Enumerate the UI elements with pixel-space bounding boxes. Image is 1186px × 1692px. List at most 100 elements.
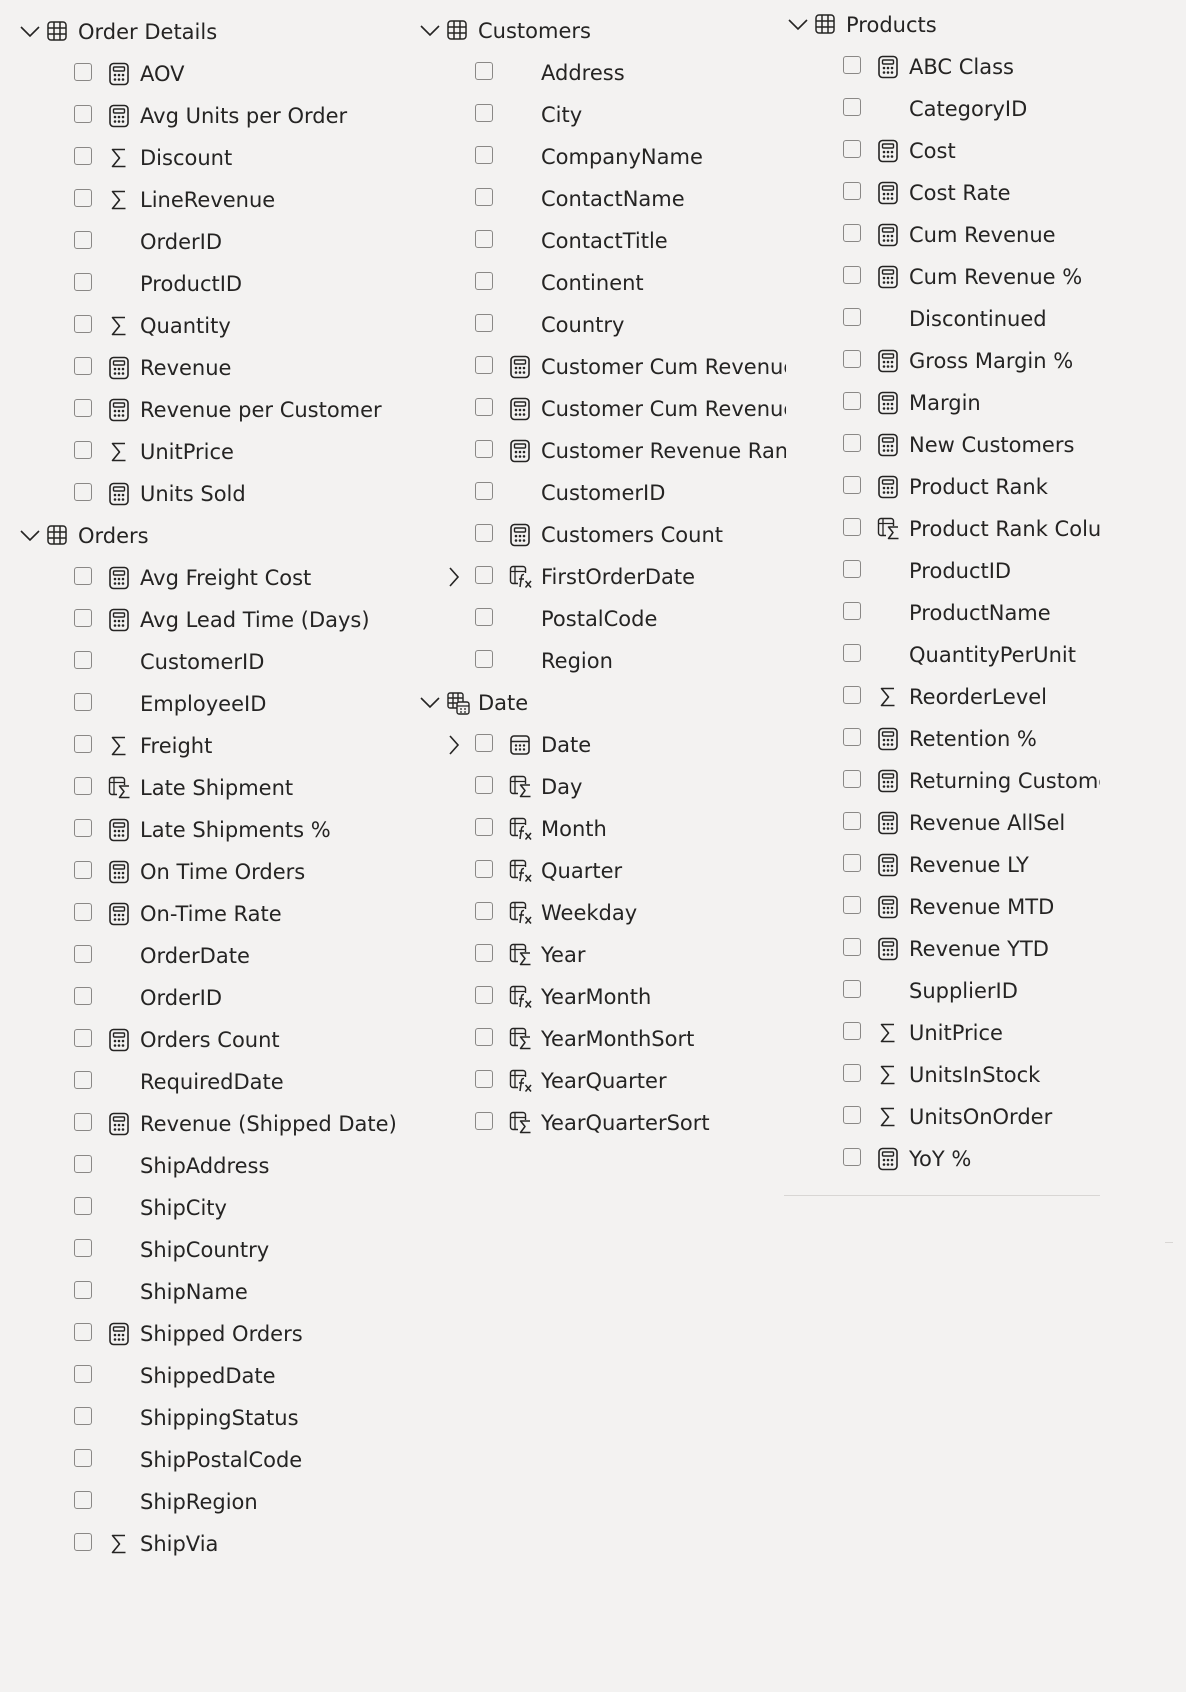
field-row-revenue-shipped-date[interactable]: Revenue (Shipped Date)	[74, 1103, 397, 1145]
field-checkbox[interactable]	[475, 566, 493, 584]
field-row-product-rank-colum[interactable]: Product Rank Colum	[843, 508, 1100, 550]
field-row-abc-class[interactable]: ABC Class	[843, 46, 1100, 88]
field-checkbox[interactable]	[74, 315, 92, 333]
field-checkbox[interactable]	[475, 356, 493, 374]
chevron-right-icon[interactable]	[445, 733, 463, 757]
field-checkbox[interactable]	[74, 147, 92, 165]
field-checkbox[interactable]	[475, 944, 493, 962]
field-row-yearmonth[interactable]: YearMonth	[475, 976, 786, 1018]
field-row-unitprice[interactable]: UnitPrice	[843, 1012, 1100, 1054]
field-checkbox[interactable]	[74, 1281, 92, 1299]
field-checkbox[interactable]	[475, 188, 493, 206]
field-checkbox[interactable]	[843, 308, 861, 326]
field-checkbox[interactable]	[843, 560, 861, 578]
field-checkbox[interactable]	[475, 902, 493, 920]
field-checkbox[interactable]	[74, 189, 92, 207]
field-row-postalcode[interactable]: PostalCode	[475, 598, 786, 640]
field-checkbox[interactable]	[843, 812, 861, 830]
field-row-freight[interactable]: Freight	[74, 725, 380, 767]
field-checkbox[interactable]	[74, 651, 92, 669]
field-checkbox[interactable]	[843, 56, 861, 74]
field-row-weekday[interactable]: Weekday	[475, 892, 786, 934]
field-row-cost-rate[interactable]: Cost Rate	[843, 172, 1100, 214]
field-row-customer-cum-revenue[interactable]: Customer Cum Revenue	[475, 346, 786, 388]
field-checkbox[interactable]	[475, 1112, 493, 1130]
field-row-cum-revenue[interactable]: Cum Revenue	[843, 214, 1100, 256]
field-checkbox[interactable]	[843, 476, 861, 494]
field-row-avg-freight-cost[interactable]: Avg Freight Cost	[74, 557, 380, 599]
field-row-retention-pct[interactable]: Retention %	[843, 718, 1100, 760]
field-checkbox[interactable]	[74, 861, 92, 879]
table-products[interactable]: Products	[788, 4, 1100, 46]
field-row-country[interactable]: Country	[475, 304, 786, 346]
field-checkbox[interactable]	[475, 734, 493, 752]
field-checkbox[interactable]	[843, 980, 861, 998]
table-customers[interactable]: Customers	[420, 10, 786, 52]
field-checkbox[interactable]	[74, 483, 92, 501]
field-row-yearmonthsort[interactable]: YearMonthSort	[475, 1018, 786, 1060]
field-row-address[interactable]: Address	[475, 52, 786, 94]
table-order-details[interactable]: Order Details	[20, 11, 380, 53]
field-checkbox[interactable]	[74, 693, 92, 711]
field-row-returning-customers[interactable]: Returning Customers	[843, 760, 1100, 802]
chevron-down-icon[interactable]	[20, 19, 40, 45]
field-checkbox[interactable]	[74, 819, 92, 837]
field-row-revenue-allsel[interactable]: Revenue AllSel	[843, 802, 1100, 844]
field-checkbox[interactable]	[843, 182, 861, 200]
field-checkbox[interactable]	[475, 314, 493, 332]
field-row-orders-count[interactable]: Orders Count	[74, 1019, 380, 1061]
field-checkbox[interactable]	[475, 398, 493, 416]
field-checkbox[interactable]	[74, 273, 92, 291]
field-row-revenue-ytd[interactable]: Revenue YTD	[843, 928, 1100, 970]
field-row-new-customers[interactable]: New Customers	[843, 424, 1100, 466]
chevron-right-icon[interactable]	[445, 565, 463, 589]
field-row-on-time-orders[interactable]: On Time Orders	[74, 851, 380, 893]
field-checkbox[interactable]	[74, 1029, 92, 1047]
field-checkbox[interactable]	[843, 518, 861, 536]
field-row-margin[interactable]: Margin	[843, 382, 1100, 424]
field-row-customer-revenue-rank[interactable]: Customer Revenue Rank	[475, 430, 786, 472]
field-row-reorderlevel[interactable]: ReorderLevel	[843, 676, 1100, 718]
field-checkbox[interactable]	[475, 1070, 493, 1088]
field-row-date[interactable]: Date	[449, 724, 786, 766]
field-checkbox[interactable]	[475, 1028, 493, 1046]
field-checkbox[interactable]	[475, 146, 493, 164]
field-row-quarter[interactable]: Quarter	[475, 850, 786, 892]
field-checkbox[interactable]	[475, 524, 493, 542]
field-checkbox[interactable]	[843, 854, 861, 872]
field-checkbox[interactable]	[475, 230, 493, 248]
field-row-productid[interactable]: ProductID	[843, 550, 1100, 592]
field-row-unitprice[interactable]: UnitPrice	[74, 431, 380, 473]
field-row-employeeid[interactable]: EmployeeID	[74, 683, 380, 725]
field-row-revenue-mtd[interactable]: Revenue MTD	[843, 886, 1100, 928]
field-checkbox[interactable]	[74, 399, 92, 417]
chevron-down-icon[interactable]	[788, 12, 808, 38]
field-row-gross-margin-pct[interactable]: Gross Margin %	[843, 340, 1100, 382]
field-checkbox[interactable]	[475, 272, 493, 290]
field-row-discount[interactable]: Discount	[74, 137, 380, 179]
field-row-on-time-rate[interactable]: On-Time Rate	[74, 893, 380, 935]
field-checkbox[interactable]	[843, 266, 861, 284]
field-checkbox[interactable]	[74, 1449, 92, 1467]
field-row-companyname[interactable]: CompanyName	[475, 136, 786, 178]
field-checkbox[interactable]	[74, 777, 92, 795]
field-row-productid[interactable]: ProductID	[74, 263, 380, 305]
field-checkbox[interactable]	[843, 1106, 861, 1124]
field-row-shipped-orders[interactable]: Shipped Orders	[74, 1313, 380, 1355]
field-row-quantity[interactable]: Quantity	[74, 305, 380, 347]
table-date[interactable]: Date	[420, 682, 786, 724]
field-row-yearquartersort[interactable]: YearQuarterSort	[475, 1102, 786, 1144]
field-checkbox[interactable]	[843, 644, 861, 662]
field-checkbox[interactable]	[843, 938, 861, 956]
field-row-cum-revenue-pct[interactable]: Cum Revenue %	[843, 256, 1100, 298]
field-row-categoryid[interactable]: CategoryID	[843, 88, 1100, 130]
field-checkbox[interactable]	[74, 1407, 92, 1425]
field-checkbox[interactable]	[475, 986, 493, 1004]
field-row-customer-cum-revenue-pct[interactable]: Customer Cum Revenue %	[475, 388, 786, 430]
field-row-late-shipment[interactable]: Late Shipment	[74, 767, 380, 809]
field-checkbox[interactable]	[843, 434, 861, 452]
chevron-down-icon[interactable]	[420, 18, 440, 44]
field-checkbox[interactable]	[843, 350, 861, 368]
field-checkbox[interactable]	[843, 686, 861, 704]
field-checkbox[interactable]	[74, 105, 92, 123]
